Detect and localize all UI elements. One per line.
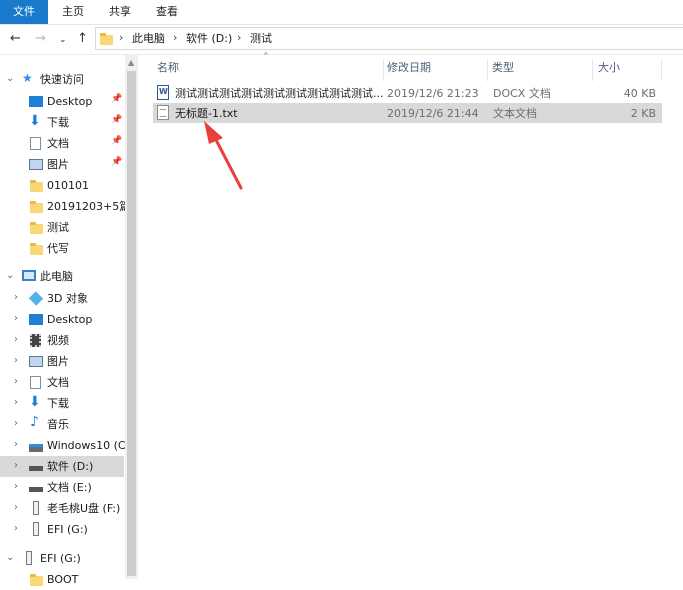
annotation-arrow [204,121,243,190]
